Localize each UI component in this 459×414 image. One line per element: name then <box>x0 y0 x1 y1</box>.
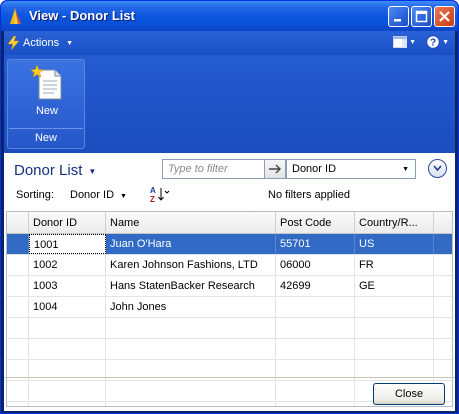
new-document-icon <box>30 65 62 100</box>
filter-input[interactable]: Type to filter <box>162 159 264 179</box>
cell-post-code[interactable] <box>276 297 355 317</box>
sort-az-icon[interactable]: A Z <box>146 185 170 203</box>
row-selector-header <box>7 212 29 233</box>
grid-header: Donor ID Name Post Code Country/R... <box>7 212 452 234</box>
cell-donor-id[interactable]: 1002 <box>29 255 106 275</box>
column-header-filler <box>434 212 452 233</box>
chevron-down-icon: ▼ <box>402 166 409 173</box>
cell-name[interactable]: Hans StatenBacker Research <box>106 276 276 296</box>
row-selector[interactable] <box>7 297 29 317</box>
table-row-empty <box>7 339 452 360</box>
row-selector[interactable] <box>7 234 29 254</box>
new-button[interactable]: New <box>24 65 70 121</box>
page-title-menu[interactable]: Donor List ▼ <box>14 162 96 179</box>
window-layout-icon <box>393 36 408 48</box>
svg-text:Z: Z <box>150 195 155 203</box>
expand-filter-button[interactable] <box>428 159 447 178</box>
window: View - Donor List Actions ▼ ▼ ? ▼ New Ne… <box>0 0 459 414</box>
column-header-post-code[interactable]: Post Code <box>276 212 355 233</box>
filter-field-value: Donor ID <box>292 163 337 175</box>
ribbon: New New <box>4 55 455 153</box>
column-header-donor-id[interactable]: Donor ID <box>29 212 106 233</box>
lightning-icon <box>8 36 19 50</box>
client-area: Actions ▼ ▼ ? ▼ New New Donor List ▼ Typ… <box>4 31 455 411</box>
table-row[interactable]: 1004 John Jones <box>7 297 452 318</box>
cell-name[interactable]: John Jones <box>106 297 276 317</box>
cell-country[interactable]: US <box>355 234 434 254</box>
chevron-down-icon <box>433 165 442 172</box>
chevron-down-icon: ▼ <box>442 38 449 46</box>
actions-label: Actions <box>23 37 60 49</box>
row-selector[interactable] <box>7 276 29 296</box>
new-button-label: New <box>35 105 58 117</box>
close-window-button[interactable] <box>434 6 455 27</box>
filter-field-select[interactable]: Donor ID ▼ <box>286 159 416 179</box>
command-bar: Actions ▼ ▼ ? ▼ <box>4 31 455 55</box>
maximize-button[interactable] <box>411 6 432 27</box>
sorting-field-value: Donor ID <box>70 189 115 201</box>
title-bar[interactable]: View - Donor List <box>1 1 458 31</box>
layout-menu-button[interactable]: ▼ <box>393 36 416 48</box>
page-title: Donor List <box>14 162 83 179</box>
chevron-down-icon: ▼ <box>120 193 127 200</box>
ribbon-group-label: New <box>34 132 57 144</box>
command-bar-right: ▼ ? ▼ <box>393 35 449 49</box>
cell-name[interactable]: Karen Johnson Fashions, LTD <box>106 255 276 275</box>
ribbon-divider <box>9 128 83 129</box>
footer-divider <box>4 377 455 378</box>
table-row[interactable]: 1003 Hans StatenBacker Research 42699 GE <box>7 276 452 297</box>
cell-name[interactable]: Juan O'Hara <box>106 234 276 254</box>
cell-donor-id[interactable]: 1001 <box>29 234 106 254</box>
filter-status: No filters applied <box>268 189 350 201</box>
help-icon: ? <box>426 35 440 49</box>
ribbon-group-new: New New <box>7 59 85 149</box>
chevron-down-icon: ▼ <box>409 38 417 46</box>
cell-country[interactable]: FR <box>355 255 434 275</box>
table-row-empty <box>7 318 452 339</box>
chevron-down-icon: ▼ <box>88 166 97 176</box>
table-row[interactable]: 1001 Juan O'Hara 55701 US <box>7 234 452 255</box>
cell-country[interactable] <box>355 297 434 317</box>
cell-donor-id[interactable]: 1004 <box>29 297 106 317</box>
table-row[interactable]: 1002 Karen Johnson Fashions, LTD 06000 F… <box>7 255 452 276</box>
arrow-right-icon <box>269 164 281 174</box>
cell-post-code[interactable]: 42699 <box>276 276 355 296</box>
sorting-field-select[interactable]: Donor ID ▼ <box>70 189 127 201</box>
column-header-country[interactable]: Country/R... <box>355 212 434 233</box>
help-menu-button[interactable]: ? ▼ <box>426 35 449 49</box>
row-selector[interactable] <box>7 255 29 275</box>
cell-post-code[interactable]: 06000 <box>276 255 355 275</box>
sorting-label: Sorting: <box>16 189 54 201</box>
cell-country[interactable]: GE <box>355 276 434 296</box>
cell-donor-id[interactable]: 1003 <box>29 276 106 296</box>
minimize-button[interactable] <box>388 6 409 27</box>
close-icon <box>439 11 450 22</box>
svg-text:?: ? <box>430 38 436 49</box>
maximize-icon <box>415 10 428 23</box>
cell-post-code[interactable]: 55701 <box>276 234 355 254</box>
chevron-down-icon: ▼ <box>66 39 74 47</box>
svg-text:A: A <box>150 186 156 195</box>
minimize-icon <box>394 19 401 22</box>
column-header-name[interactable]: Name <box>106 212 276 233</box>
list-content: Donor List ▼ Type to filter Donor ID ▼ So… <box>4 153 455 411</box>
apply-filter-button[interactable] <box>264 159 286 179</box>
dynamics-logo-icon <box>10 8 21 24</box>
close-button[interactable]: Close <box>373 383 445 405</box>
window-title: View - Donor List <box>29 8 135 23</box>
actions-menu-button[interactable]: Actions ▼ <box>8 35 73 51</box>
